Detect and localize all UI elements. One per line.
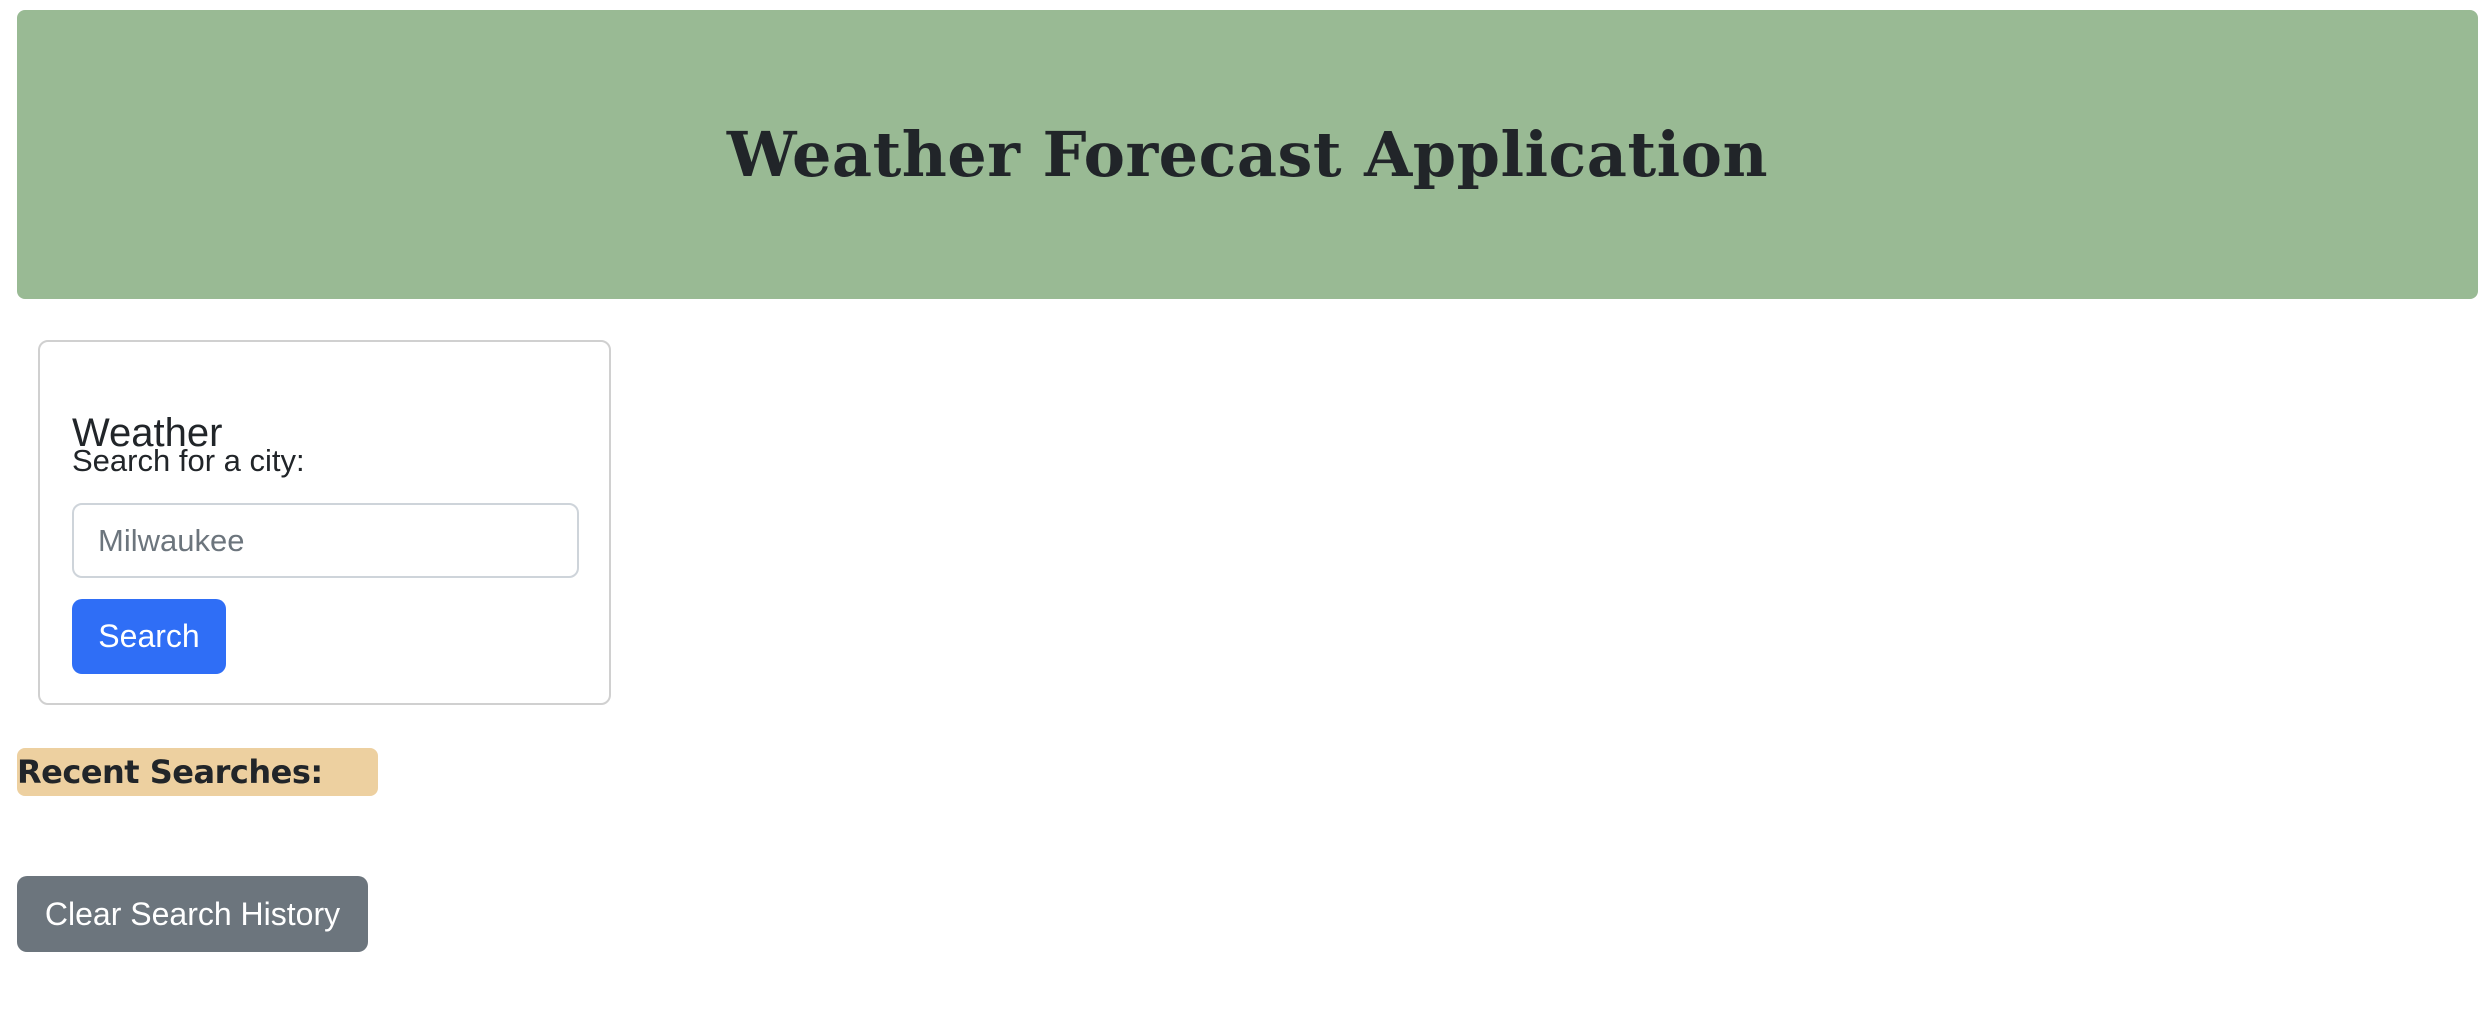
page-title: Weather Forecast Application (726, 118, 1769, 191)
city-search-label: Search for a city: (72, 443, 305, 478)
search-button[interactable]: Search (72, 599, 226, 674)
app-header: Weather Forecast Application (17, 10, 2478, 299)
clear-search-history-button[interactable]: Clear Search History (17, 876, 368, 952)
weather-search-card: Weather Search for a city: Search (38, 340, 611, 705)
recent-searches-heading: Recent Searches: (17, 748, 378, 796)
city-search-input[interactable] (72, 503, 579, 578)
